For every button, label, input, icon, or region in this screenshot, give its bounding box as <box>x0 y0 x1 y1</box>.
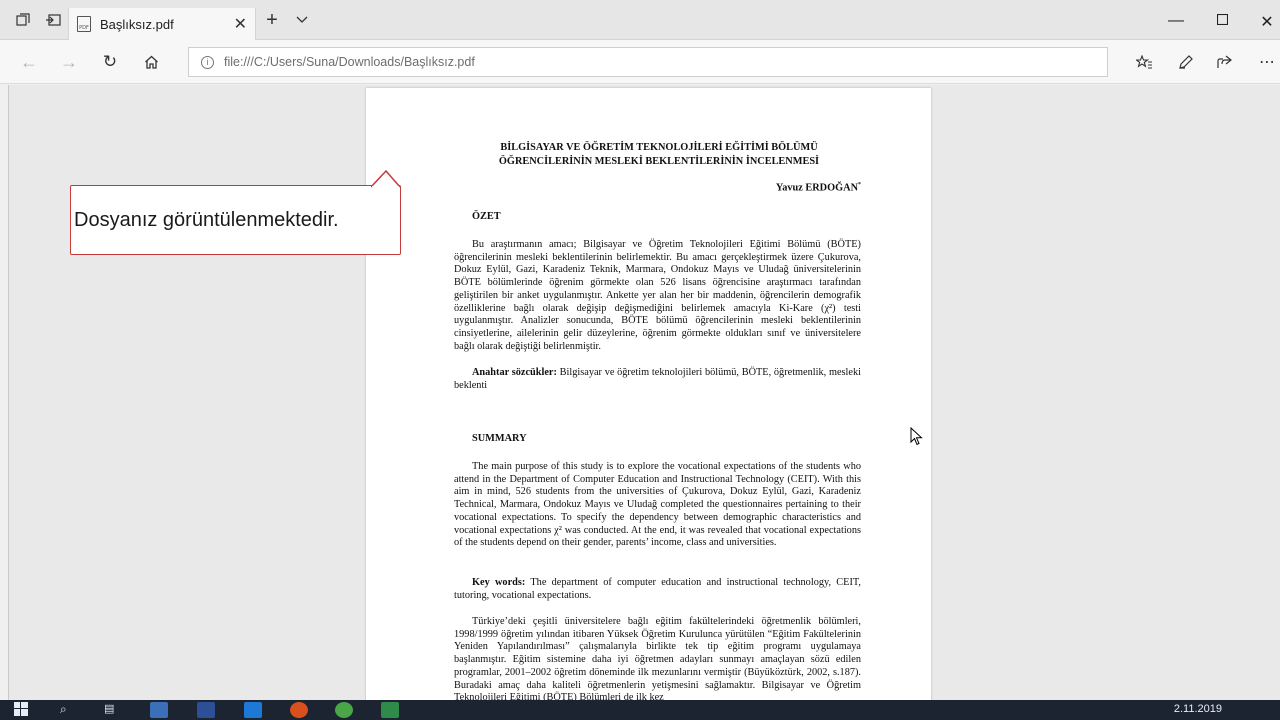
address-bar[interactable]: i file:///C:/Users/Suna/Downloads/Başlık… <box>188 47 1108 77</box>
intro-paragraph: Türkiye’deki çeşitli üniversitelere bağl… <box>454 616 861 700</box>
new-tab-icon[interactable]: + <box>259 8 285 32</box>
home-icon[interactable] <box>140 52 162 72</box>
navigation-bar: ← → ↻ i file:///C:/Users/Suna/Downloads/… <box>0 40 1280 84</box>
favicon-label: PDF <box>79 25 89 31</box>
pdf-viewer[interactable]: BİLGİSAYAR VE ÖĞRETİM TEKNOLOJİLERİ EĞİT… <box>8 85 1280 700</box>
firefox-icon[interactable] <box>290 702 308 718</box>
taskbar-app-icon[interactable] <box>381 702 399 718</box>
callout-pointer <box>371 169 401 188</box>
address-url: file:///C:/Users/Suna/Downloads/Başlıksı… <box>224 55 475 69</box>
forward-icon[interactable]: → <box>58 52 80 72</box>
taskbar-date: 2.11.2019 <box>1173 703 1222 715</box>
ozet-paragraph: Bu araştırmanın amacı; Bilgisayar ve Öğr… <box>454 239 861 353</box>
tab-active[interactable]: PDF Başlıksız.pdf ✕ <box>68 8 256 40</box>
taskbar-app-icon[interactable] <box>150 702 168 718</box>
start-windows-icon[interactable] <box>14 702 30 718</box>
task-view-icon[interactable]: ▤ <box>104 702 122 718</box>
mouse-cursor-icon <box>910 427 923 446</box>
document-title: BİLGİSAYAR VE ÖĞRETİM TEKNOLOJİLERİ EĞİT… <box>426 141 892 168</box>
summary-text: The main purpose of this study is to exp… <box>454 461 861 549</box>
pen-icon[interactable] <box>1174 52 1196 72</box>
document-title-line-1: BİLGİSAYAR VE ÖĞRETİM TEKNOLOJİLERİ EĞİT… <box>500 142 818 153</box>
tab-title: Başlıksız.pdf <box>100 16 174 32</box>
document-title-line-2: ÖĞRENCİLERİNİN MESLEKİ BEKLENTİLERİNİN İ… <box>498 155 820 167</box>
share-icon[interactable] <box>1214 52 1236 72</box>
info-icon[interactable]: i <box>201 55 214 69</box>
favorites-hub-icon[interactable] <box>1133 52 1155 72</box>
intro-text: Türkiye’deki çeşitli üniversitelere bağl… <box>454 616 861 700</box>
author-footnote-mark: * <box>858 182 861 188</box>
pdf-file-icon: PDF <box>77 16 91 32</box>
chrome-icon[interactable] <box>335 702 353 718</box>
set-tabs-aside-icon[interactable] <box>40 8 66 32</box>
keywords-en-label: Key words: <box>472 577 526 588</box>
callout-text: Dosyanız görüntülenmektedir. <box>74 209 339 231</box>
summary-paragraph: The main purpose of this study is to exp… <box>454 461 861 550</box>
document-author: Yavuz ERDOĞAN* <box>776 182 861 193</box>
more-options-icon[interactable]: ⋯ <box>1256 52 1278 72</box>
taskbar-app-icon[interactable] <box>197 702 215 718</box>
pdf-page: BİLGİSAYAR VE ÖĞRETİM TEKNOLOJİLERİ EĞİT… <box>366 88 931 700</box>
taskbar: ⌕ ▤ 2.11.2019 <box>0 700 1280 720</box>
tab-list-icon[interactable] <box>10 8 36 32</box>
browser-window: PDF Başlıksız.pdf ✕ + — ✕ ← → ↻ i file:/… <box>0 0 1280 720</box>
notification-callout: Dosyanız görüntülenmektedir. <box>70 169 401 255</box>
keywords-tr-label: Anahtar sözcükler: <box>472 367 557 378</box>
back-icon[interactable]: ← <box>18 52 40 72</box>
keywords-tr-paragraph: Anahtar sözcükler: Bilgisayar ve öğretim… <box>454 367 861 392</box>
maximize-icon[interactable] <box>1212 12 1232 30</box>
close-window-icon[interactable]: ✕ <box>1257 12 1277 32</box>
edge-browser-icon[interactable] <box>244 702 262 718</box>
search-icon[interactable]: ⌕ <box>60 702 78 718</box>
ozet-text: Bu araştırmanın amacı; Bilgisayar ve Öğr… <box>454 239 861 352</box>
tab-strip: PDF Başlıksız.pdf ✕ + — ✕ <box>0 0 1280 40</box>
minimize-icon[interactable]: — <box>1166 12 1186 30</box>
keywords-en-paragraph: Key words: The department of computer ed… <box>454 577 861 602</box>
refresh-icon[interactable]: ↻ <box>99 52 121 72</box>
summary-heading: SUMMARY <box>472 433 527 444</box>
ozet-heading: ÖZET <box>472 211 501 222</box>
chevron-down-icon[interactable] <box>289 8 315 32</box>
close-tab-icon[interactable]: ✕ <box>234 14 247 34</box>
author-name: Yavuz ERDOĞAN <box>775 182 858 194</box>
